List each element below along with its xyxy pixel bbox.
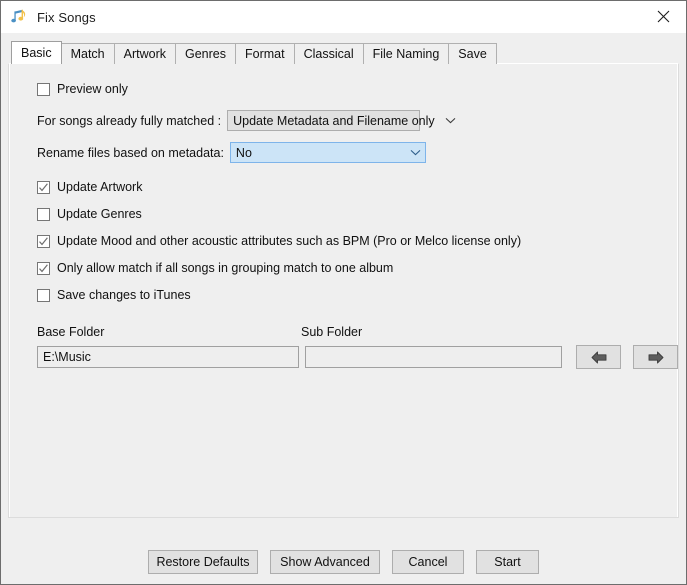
dialog-body: Basic Match Artwork Genres Format Classi… bbox=[1, 33, 686, 584]
checkbox-label: Update Artwork bbox=[57, 180, 143, 194]
forward-button[interactable] bbox=[633, 345, 678, 369]
checkbox-label: Update Genres bbox=[57, 207, 142, 221]
tab-strip: Basic Match Artwork Genres Format Classi… bbox=[11, 41, 679, 64]
close-button[interactable] bbox=[641, 1, 686, 32]
tab-label: Save bbox=[458, 47, 487, 61]
select-matched-action[interactable]: Update Metadata and Filename only bbox=[227, 110, 456, 131]
row-save-to-itunes: Save changes to iTunes bbox=[37, 288, 678, 302]
label-sub-folder: Sub Folder bbox=[301, 325, 363, 339]
select-rename-files[interactable]: No bbox=[229, 142, 426, 163]
checkbox-box bbox=[37, 82, 50, 96]
base-folder-input[interactable] bbox=[37, 346, 299, 368]
tab-format[interactable]: Format bbox=[235, 43, 295, 64]
tab-label: Genres bbox=[185, 47, 226, 61]
arrow-left-icon bbox=[591, 351, 607, 363]
select-value: No bbox=[235, 145, 252, 160]
checkbox-box bbox=[37, 288, 50, 302]
checkbox-label: Only allow match if all songs in groupin… bbox=[57, 261, 394, 275]
restore-defaults-button[interactable]: Restore Defaults bbox=[148, 550, 258, 574]
row-only-allow-match: Only allow match if all songs in groupin… bbox=[37, 261, 678, 275]
tab-file-naming[interactable]: File Naming bbox=[362, 43, 450, 64]
checkbox-label: Update Mood and other acoustic attribute… bbox=[57, 234, 522, 248]
tab-label: Format bbox=[245, 47, 285, 61]
tab-artwork[interactable]: Artwork bbox=[113, 43, 176, 64]
folder-inputs bbox=[37, 345, 678, 369]
folder-headings: Base Folder Sub Folder bbox=[37, 325, 678, 339]
chevron-down-icon bbox=[445, 117, 456, 124]
arrow-right-icon bbox=[648, 351, 663, 363]
back-button[interactable] bbox=[576, 345, 622, 369]
tab-label: File Naming bbox=[372, 47, 440, 61]
checkbox-only-allow-match[interactable]: Only allow match if all songs in groupin… bbox=[37, 261, 393, 275]
dialog-footer: Restore Defaults Show Advanced Cancel St… bbox=[1, 550, 686, 574]
music-note-icon bbox=[10, 8, 28, 26]
tab-basic[interactable]: Basic bbox=[11, 41, 62, 64]
row-update-mood: Update Mood and other acoustic attribute… bbox=[37, 234, 678, 248]
checkmark-icon bbox=[39, 236, 48, 245]
checkmark-icon bbox=[39, 263, 48, 272]
checkbox-save-to-itunes[interactable]: Save changes to iTunes bbox=[37, 288, 191, 302]
start-button[interactable]: Start bbox=[476, 550, 539, 574]
label-base-folder: Base Folder bbox=[37, 325, 105, 339]
tab-match[interactable]: Match bbox=[60, 43, 115, 64]
checkbox-preview-only[interactable]: Preview only bbox=[37, 82, 128, 96]
select-value: Update Metadata and Filename only bbox=[233, 113, 435, 128]
tab-panel-basic: Preview only For songs already fully mat… bbox=[8, 63, 679, 518]
label-rename-files: Rename files based on metadata: bbox=[37, 145, 224, 160]
fix-songs-dialog: Fix Songs Basic Match Artwork Genres For… bbox=[0, 0, 687, 585]
row-preview-only: Preview only bbox=[37, 82, 678, 96]
checkbox-box bbox=[37, 261, 50, 275]
tab-label: Classical bbox=[303, 47, 354, 61]
checkbox-label: Save changes to iTunes bbox=[57, 288, 191, 302]
checkbox-label: Preview only bbox=[57, 82, 128, 96]
row-matched-action: For songs already fully matched : Update… bbox=[37, 110, 678, 131]
sub-folder-input[interactable] bbox=[304, 346, 563, 368]
tab-save[interactable]: Save bbox=[448, 43, 497, 64]
checkbox-box bbox=[37, 207, 50, 221]
checkmark-icon bbox=[39, 182, 48, 191]
title-bar: Fix Songs bbox=[1, 1, 686, 33]
close-icon bbox=[657, 10, 670, 23]
tab-genres[interactable]: Genres bbox=[175, 43, 236, 64]
tab-label: Match bbox=[70, 47, 105, 61]
checkbox-update-artwork[interactable]: Update Artwork bbox=[37, 180, 142, 194]
cancel-button[interactable]: Cancel bbox=[392, 550, 464, 574]
row-update-artwork: Update Artwork bbox=[37, 180, 678, 194]
row-rename-files: Rename files based on metadata: No bbox=[37, 142, 678, 163]
checkbox-update-genres[interactable]: Update Genres bbox=[37, 207, 142, 221]
window-title: Fix Songs bbox=[37, 9, 96, 25]
checkbox-box bbox=[37, 234, 50, 248]
checkbox-update-mood[interactable]: Update Mood and other acoustic attribute… bbox=[37, 234, 521, 248]
row-update-genres: Update Genres bbox=[37, 207, 678, 221]
tab-label: Artwork bbox=[123, 47, 166, 61]
chevron-down-icon bbox=[410, 149, 421, 156]
checkbox-box bbox=[37, 180, 50, 194]
show-advanced-button[interactable]: Show Advanced bbox=[270, 550, 380, 574]
folder-section: Base Folder Sub Folder bbox=[37, 325, 678, 369]
tab-label: Basic bbox=[21, 46, 52, 60]
label-matched-action: For songs already fully matched : bbox=[37, 113, 222, 128]
tab-classical[interactable]: Classical bbox=[293, 43, 364, 64]
